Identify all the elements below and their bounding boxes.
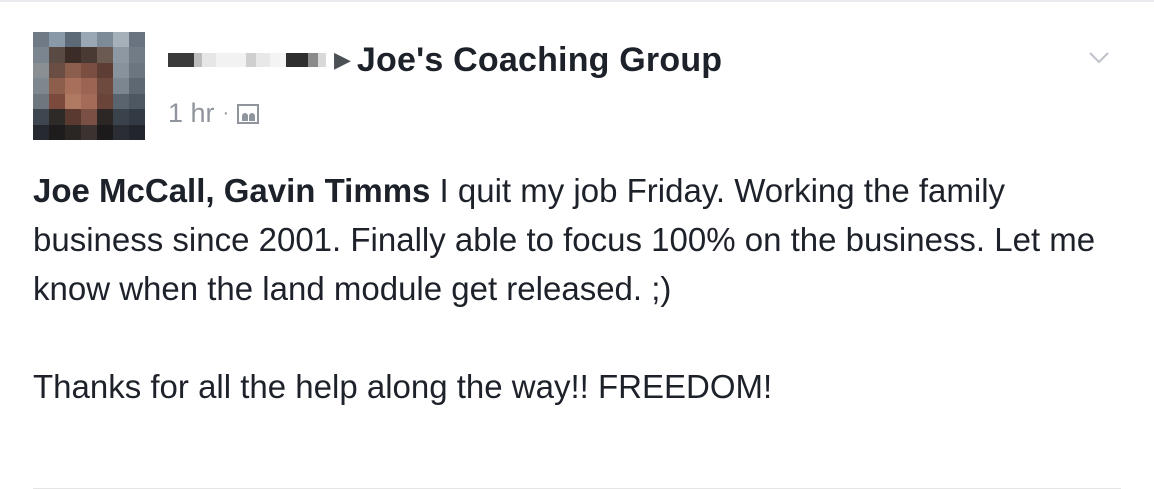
post-timestamp[interactable]: 1 hr: [168, 98, 215, 129]
tagged-user-link[interactable]: Joe McCall: [33, 172, 205, 209]
group-name-link[interactable]: Joe's Coaching Group: [357, 41, 722, 80]
post-message: Joe McCall, Gavin Timms I quit my job Fr…: [33, 166, 1113, 411]
redacted-author-name[interactable]: [168, 52, 326, 68]
post-paragraph: Thanks for all the help along the way!! …: [33, 368, 773, 405]
group-icon[interactable]: [237, 103, 260, 124]
post-paragraph: Joe McCall, Gavin Timms I quit my job Fr…: [33, 166, 1113, 313]
post-meta: 1 hr ·: [168, 98, 260, 129]
post-header: ▶ Joe's Coaching Group: [168, 40, 722, 80]
tagged-user-link[interactable]: Gavin Timms: [224, 172, 431, 209]
tag-separator: ,: [205, 172, 224, 209]
avatar[interactable]: [33, 32, 145, 140]
shared-to-arrow-icon: ▶: [334, 47, 351, 72]
feed-post: ▶ Joe's Coaching Group 1 hr · Joe McCall…: [0, 0, 1154, 489]
chevron-down-icon[interactable]: [1088, 46, 1110, 68]
meta-separator: ·: [222, 102, 230, 124]
